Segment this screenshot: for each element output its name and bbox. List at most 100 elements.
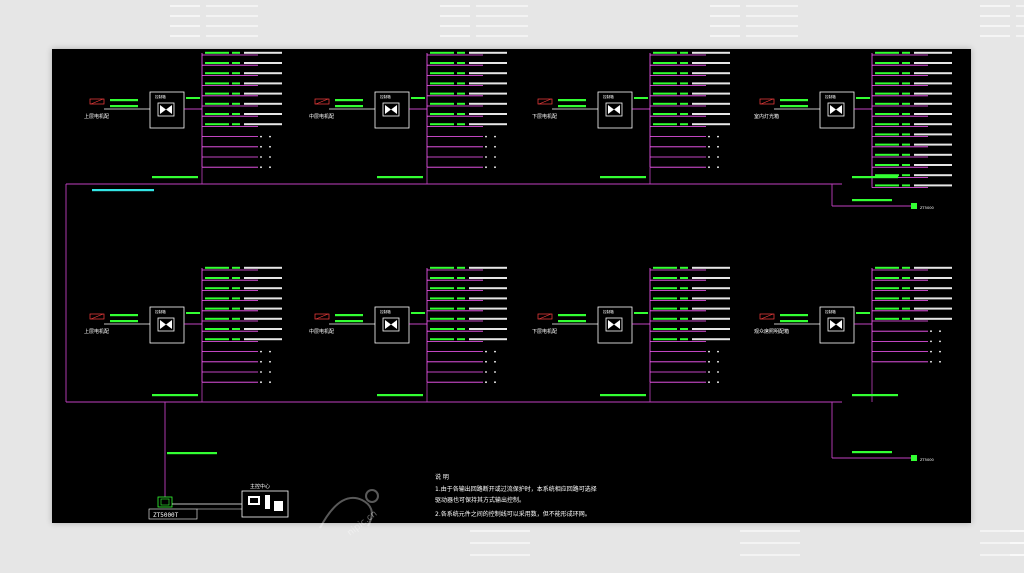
- box-tag: [856, 97, 870, 99]
- circuit-rating: [457, 51, 465, 54]
- circuit-rating: [680, 51, 688, 54]
- spare-dot: [260, 350, 262, 353]
- spare-dot: [269, 135, 271, 138]
- circuit-group: 上层电机配 控制箱: [84, 51, 282, 184]
- circuit-desc: [692, 51, 730, 54]
- circuit-desc: [244, 51, 282, 54]
- echo-mark-bottom: [980, 530, 1024, 532]
- spare-dot: [717, 156, 719, 158]
- breaker-slash: [90, 98, 104, 105]
- electrical-schematic: 上层电机配控制箱中层电机配控制箱下层电机配控制箱室内灯光箱控制箱上层电机配控制箱…: [65, 51, 952, 520]
- echo-mark-bottom: [740, 530, 800, 532]
- bus-lines: [65, 183, 911, 497]
- bus-cable-tag: [600, 394, 646, 397]
- spare-dot: [930, 330, 932, 333]
- circuit-cable-label: [875, 123, 899, 126]
- circuit-rating: [457, 277, 465, 279]
- circuit-rating: [680, 287, 688, 290]
- circuit-cable-label: [875, 317, 899, 320]
- spare-dot: [717, 135, 719, 138]
- spare-dot: [930, 360, 932, 363]
- source-label: 室内灯光箱: [754, 113, 779, 120]
- circuit-rating: [232, 277, 240, 279]
- circuit-desc: [914, 133, 952, 136]
- circuit-cable-label: [430, 92, 454, 95]
- spare-dot: [708, 371, 710, 373]
- circuit-desc: [469, 123, 507, 126]
- breaker-slash: [315, 98, 329, 105]
- circuit-desc: [692, 82, 730, 85]
- control-box-label: 控制箱: [825, 94, 836, 99]
- echo-mark: [1016, 25, 1024, 27]
- echo-mark-bottom: [980, 542, 1024, 544]
- circuit-rating: [902, 307, 910, 310]
- echo-mark: [206, 25, 258, 27]
- box-tag: [411, 97, 425, 99]
- circuit-desc: [469, 338, 507, 341]
- circuit-cable-label: [875, 174, 899, 177]
- circuit-desc: [244, 328, 282, 330]
- circuit-desc: [914, 62, 952, 64]
- spare-dot: [708, 381, 710, 384]
- circuit-rating: [680, 317, 688, 320]
- circuit-rating: [232, 72, 240, 75]
- spare-dot: [485, 371, 487, 373]
- circuit-cable-label: [430, 287, 454, 290]
- echo-mark: [980, 15, 1010, 17]
- circuit-desc: [692, 328, 730, 330]
- circuit-group: 下层电机配 控制箱: [532, 51, 730, 184]
- spare-dot: [708, 350, 710, 353]
- echo-mark: [476, 35, 528, 37]
- circuit-desc: [244, 82, 282, 85]
- circuit-group: 中层电机配 控制箱: [309, 266, 507, 402]
- circuit-rating: [680, 82, 688, 85]
- circuit-rating: [902, 51, 910, 54]
- circuit-cable-label: [205, 338, 229, 341]
- spare-dot: [269, 381, 271, 384]
- circuit-rating: [457, 297, 465, 300]
- circuit-rating: [680, 113, 688, 115]
- echo-mark: [170, 5, 200, 7]
- circuit-desc: [692, 277, 730, 279]
- circuit-desc: [244, 113, 282, 115]
- circuit-rating: [680, 328, 688, 330]
- cable-label: [335, 314, 363, 317]
- echo-mark: [710, 5, 740, 7]
- contactor-icon: [830, 320, 842, 329]
- spare-dot: [269, 371, 271, 373]
- circuit-desc: [244, 338, 282, 341]
- circuit-desc: [914, 307, 952, 310]
- circuit-rating: [232, 338, 240, 341]
- bus-cable-tag: [852, 394, 898, 397]
- spare-dot: [485, 166, 487, 169]
- notes-title: 说 明: [435, 473, 449, 481]
- bus-tag-cyan: [92, 189, 154, 192]
- circuit-cable-label: [875, 184, 899, 187]
- circuit-rating: [902, 62, 910, 64]
- circuit-cable-label: [205, 287, 229, 290]
- circuit-cable-label: [430, 328, 454, 330]
- notes-line-2: 驱动器也可保持其方式输出控制。: [435, 496, 525, 504]
- source-label: 下层电机配: [532, 328, 557, 335]
- cable-label: [558, 105, 586, 108]
- circuit-rating: [457, 338, 465, 341]
- source-label: 上层电机配: [84, 113, 109, 120]
- circuit-rating: [680, 62, 688, 64]
- circuit-rating: [902, 113, 910, 115]
- bus-cable-tag: [377, 176, 423, 179]
- circuit-cable-label: [875, 51, 899, 54]
- circuit-rating: [902, 297, 910, 300]
- circuit-cable-label: [430, 113, 454, 115]
- circuit-cable-label: [653, 307, 677, 310]
- circuit-desc: [914, 164, 952, 166]
- circuit-cable-label: [653, 113, 677, 115]
- circuit-desc: [469, 92, 507, 95]
- spare-dot: [939, 360, 941, 363]
- circuit-desc: [692, 113, 730, 115]
- circuit-rating: [457, 102, 465, 105]
- spare-dot: [939, 340, 941, 343]
- spare-dot: [269, 350, 271, 353]
- circuit-cable-label: [653, 328, 677, 330]
- circuit-cable-label: [875, 92, 899, 95]
- circuit-cable-label: [205, 82, 229, 85]
